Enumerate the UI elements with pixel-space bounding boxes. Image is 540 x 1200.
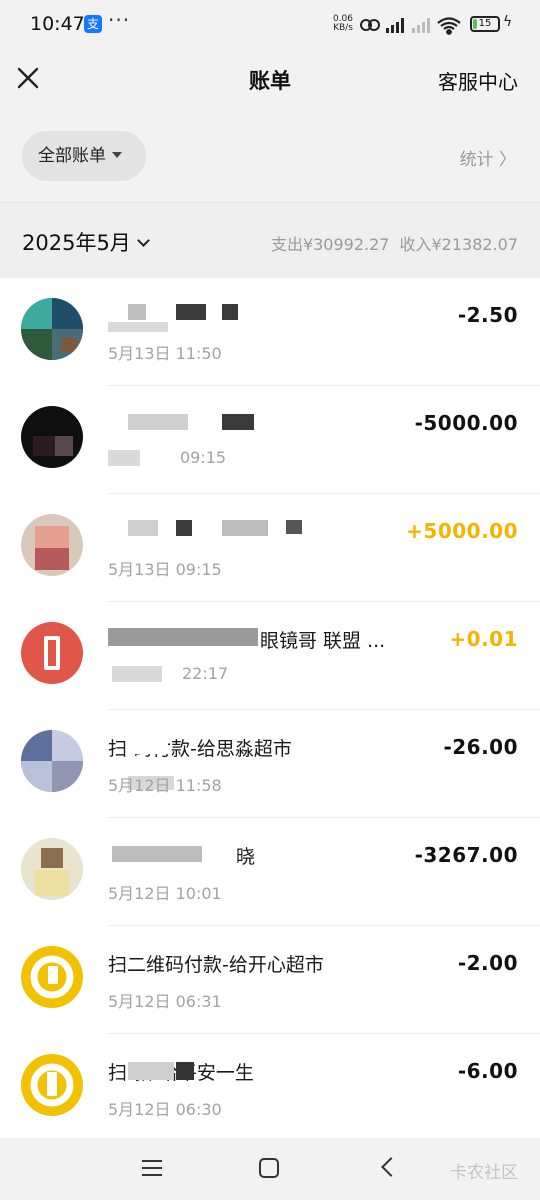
month-selector[interactable]: 2025年5月 <box>22 227 150 257</box>
transaction-time: 22:17 <box>182 664 229 683</box>
merchant-logo-icon <box>30 1063 74 1107</box>
red-packet-avatar <box>21 622 83 684</box>
statistics-link[interactable]: 统计 〉 <box>460 145 516 170</box>
wifi-icon <box>437 17 461 35</box>
recent-apps-icon[interactable] <box>142 1160 162 1176</box>
bill-filter-label: 全部账单 <box>38 146 106 166</box>
network-speed-unit: KB/s <box>333 23 353 33</box>
transaction-row[interactable]: 09:15 -5000.00 <box>0 386 540 494</box>
merchant-avatar <box>21 298 83 360</box>
merchant-avatar <box>21 514 83 576</box>
transaction-amount: -6.00 <box>457 1059 518 1083</box>
transaction-time: 09:15 <box>180 448 227 467</box>
signal-wifi-icons <box>360 17 461 35</box>
redaction-block <box>128 304 146 320</box>
signal-strength-2-icon <box>412 18 430 33</box>
transaction-amount: -2.00 <box>457 951 518 975</box>
red-envelope-icon <box>44 636 60 670</box>
transaction-time: 5月13日 11:50 <box>108 344 222 363</box>
chevron-down-icon <box>136 234 150 247</box>
back-icon[interactable] <box>381 1157 401 1177</box>
network-speed: 0.06 KB/s <box>332 15 354 33</box>
filter-row: 全部账单 统计 〉 <box>0 110 540 202</box>
redaction-block <box>108 628 258 646</box>
caret-down-icon <box>112 152 122 158</box>
merchant-avatar <box>21 838 83 900</box>
battery-icon: 15 <box>470 16 500 32</box>
redaction-block <box>176 304 206 320</box>
redaction-block <box>222 520 268 536</box>
transaction-time: 5月12日 06:31 <box>108 992 222 1011</box>
redaction-block <box>222 304 238 320</box>
transaction-amount: +5000.00 <box>406 519 518 543</box>
transaction-amount: -2.50 <box>457 303 518 327</box>
redaction-block <box>128 520 158 536</box>
transaction-title: 扫二维码付款-给开心超市 <box>108 954 324 976</box>
transaction-list: 5月13日 11:50 -2.50 09:15 -5000.00 5月13日 0… <box>0 278 540 1138</box>
transaction-time: 5月13日 09:15 <box>108 560 222 579</box>
battery-level: 15 <box>478 18 492 29</box>
bill-filter-dropdown[interactable]: 全部账单 <box>22 131 146 181</box>
system-navigation-bar: 卡农社区 <box>0 1138 540 1200</box>
merchant-logo-icon <box>30 955 74 999</box>
redaction-block <box>126 736 168 754</box>
transaction-amount: -3267.00 <box>414 843 518 867</box>
transaction-row[interactable]: 5月13日 09:15 +5000.00 <box>0 494 540 602</box>
title-bar: 账单 客服中心 <box>0 50 540 110</box>
transaction-amount: +0.01 <box>449 627 518 651</box>
merchant-avatar <box>21 946 83 1008</box>
transaction-row[interactable]: 扫 款-给平安一生 5月12日 06:30 -6.00 <box>0 1034 540 1138</box>
more-notifications-icon: ··· <box>108 8 131 32</box>
redaction-block <box>128 1062 174 1080</box>
redaction-block <box>112 666 162 682</box>
transaction-row[interactable]: 扫二维码付款-给开心超市 5月12日 06:31 -2.00 <box>0 926 540 1034</box>
month-expense: 支出¥30992.27 <box>270 235 390 254</box>
month-income: 收入¥21382.07 <box>399 235 518 254</box>
redaction-block <box>128 414 188 430</box>
month-label: 2025年5月 <box>22 231 131 255</box>
transaction-time: 5月12日 06:30 <box>108 1100 222 1119</box>
transaction-amount: -26.00 <box>443 735 518 759</box>
merchant-avatar <box>21 730 83 792</box>
transaction-title: 眼镜哥 联盟 ... <box>260 630 386 652</box>
transaction-row[interactable]: 眼镜哥 联盟 ... 22:17 +0.01 <box>0 602 540 710</box>
status-bar: 10:47 支 ··· 0.06 KB/s 15 ϟ <box>0 0 540 50</box>
transaction-time: 5月12日 11:58 <box>108 776 222 795</box>
transaction-row[interactable]: 5月13日 11:50 -2.50 <box>0 278 540 386</box>
redaction-block <box>112 846 202 862</box>
home-icon[interactable] <box>259 1158 279 1178</box>
charging-icon: ϟ <box>503 14 513 30</box>
redaction-block <box>108 450 140 466</box>
merchant-avatar <box>21 1054 83 1116</box>
customer-service-link[interactable]: 客服中心 <box>438 66 518 95</box>
redaction-block <box>176 1062 194 1080</box>
signal-strength-icon <box>386 18 404 33</box>
link-icon <box>360 19 380 31</box>
month-summary: 支出¥30992.27 收入¥21382.07 <box>271 231 518 255</box>
transaction-title: 晓 <box>236 846 256 868</box>
month-header: 2025年5月 支出¥30992.27 收入¥21382.07 <box>0 202 540 278</box>
redaction-block <box>108 322 168 332</box>
transaction-amount: -5000.00 <box>414 411 518 435</box>
redaction-block <box>286 520 302 534</box>
transaction-time: 5月12日 10:01 <box>108 884 222 903</box>
merchant-avatar <box>21 406 83 468</box>
alipay-icon: 支 <box>84 15 102 33</box>
status-time: 10:47 <box>30 13 85 35</box>
redaction-block <box>222 414 254 430</box>
transaction-row[interactable]: 扫 码付款-给思淼超市 5月12日 11:58 -26.00 <box>0 710 540 818</box>
watermark: 卡农社区 <box>450 1163 518 1183</box>
transaction-row[interactable]: 晓 5月12日 10:01 -3267.00 <box>0 818 540 926</box>
redaction-block <box>176 520 192 536</box>
